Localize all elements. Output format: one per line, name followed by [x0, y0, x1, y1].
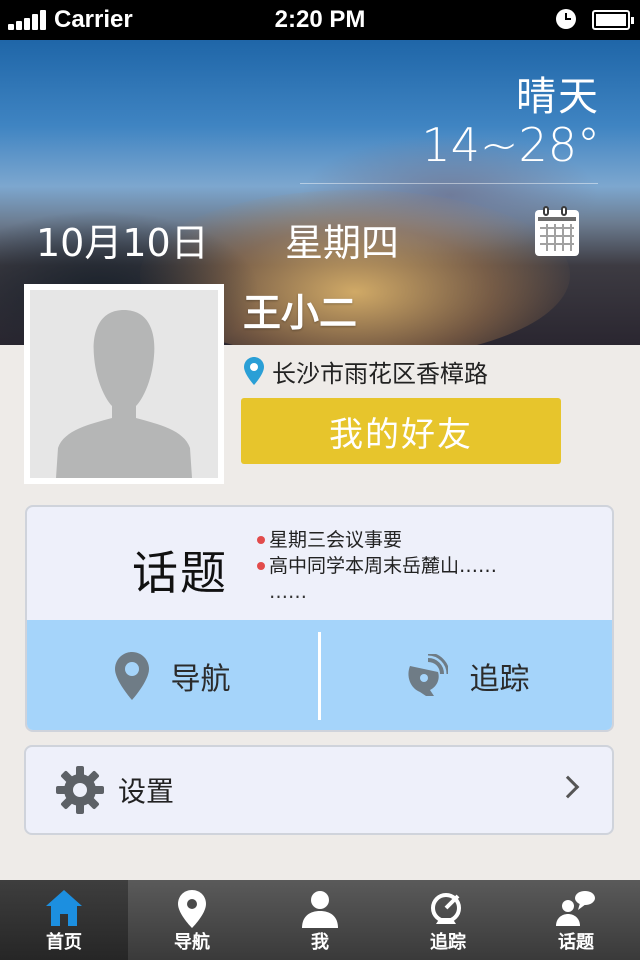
satellite-dish-icon — [407, 654, 448, 696]
alarm-clock-icon — [556, 9, 576, 29]
tab-label: 追踪 — [430, 932, 466, 953]
my-friends-button[interactable]: 我的好友 — [241, 398, 561, 464]
map-pin-icon — [178, 890, 206, 928]
tab-label: 我 — [311, 932, 329, 953]
location-pin-icon — [244, 357, 264, 385]
user-name: 王小二 — [243, 291, 358, 335]
tab-bar: 首页 导航 我 追踪 话题 — [0, 880, 640, 960]
user-location: 长沙市雨花区香樟路 — [244, 355, 488, 388]
tab-me[interactable]: 我 — [256, 880, 384, 960]
default-user-icon — [56, 310, 192, 478]
gear-icon — [56, 766, 104, 814]
avatar[interactable] — [24, 284, 224, 484]
navigation-label: 导航 — [170, 662, 231, 697]
calendar-icon[interactable] — [535, 206, 579, 256]
action-row: 导航 追踪 — [27, 620, 612, 730]
satellite-dish-icon — [431, 893, 461, 924]
tab-topics[interactable]: 话题 — [512, 880, 640, 960]
bullet-dot-icon — [257, 536, 265, 544]
status-time: 2:20 PM — [274, 6, 366, 33]
topics-more: …… — [269, 581, 307, 603]
weather-panel: 晴天 14~28° — [421, 74, 600, 170]
navigation-button[interactable]: 导航 — [27, 620, 318, 730]
chat-users-icon — [556, 891, 595, 926]
topic-item[interactable]: 高中同学本周末岳麓山…… — [257, 553, 497, 579]
current-date: 10月10日 — [36, 221, 209, 265]
current-weekday: 星期四 — [285, 221, 400, 265]
weather-divider — [300, 183, 598, 184]
topics-list: 星期三会议事要 高中同学本周末岳麓山…… …… — [257, 527, 497, 605]
tracking-button[interactable]: 追踪 — [321, 620, 612, 730]
battery-icon — [592, 10, 634, 30]
settings-row[interactable]: 设置 — [24, 745, 614, 835]
location-text: 长沙市雨花区香樟路 — [272, 359, 488, 388]
tab-home[interactable]: 首页 — [0, 880, 128, 960]
tab-navigation[interactable]: 导航 — [128, 880, 256, 960]
map-pin-icon — [114, 652, 149, 700]
chevron-right-icon — [556, 775, 580, 799]
weather-condition: 晴天 — [516, 74, 600, 120]
topics-card: 话题 星期三会议事要 高中同学本周末岳麓山…… …… 导航 追踪 — [25, 505, 614, 732]
bullet-dot-icon — [257, 562, 265, 570]
home-icon — [46, 890, 82, 926]
weather-temperature: 14~28° — [421, 118, 600, 172]
status-bar: Carrier 2:20 PM — [0, 0, 640, 40]
settings-label: 设置 — [118, 775, 175, 808]
topics-title[interactable]: 话题 — [132, 537, 228, 603]
tab-label: 导航 — [174, 932, 210, 953]
tab-tracking[interactable]: 追踪 — [384, 880, 512, 960]
topic-item[interactable]: 星期三会议事要 — [257, 527, 497, 553]
tracking-label: 追踪 — [469, 662, 530, 697]
tab-label: 首页 — [46, 932, 82, 953]
tab-label: 话题 — [558, 932, 594, 953]
user-icon — [302, 891, 338, 928]
